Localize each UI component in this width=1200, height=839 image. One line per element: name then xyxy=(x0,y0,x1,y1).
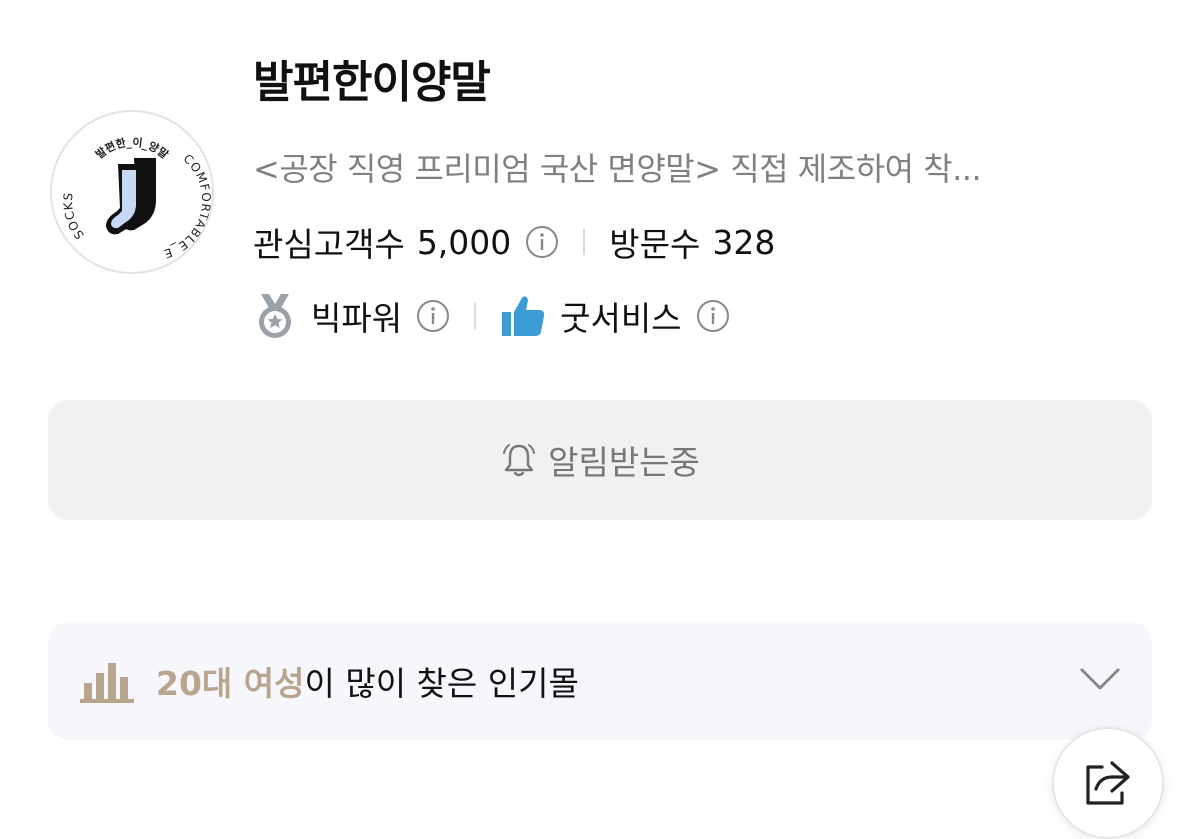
demographic-highlight: 20대 여성 xyxy=(156,664,305,703)
service-badge-label: 굿서비스 xyxy=(560,299,682,338)
bar-chart-icon xyxy=(80,663,134,703)
divider xyxy=(583,229,586,255)
logo-top-text: 발편한_이_양말 xyxy=(93,135,171,162)
bell-icon xyxy=(503,444,536,477)
visits-label: 방문수 xyxy=(609,225,701,264)
thumbs-up-icon xyxy=(502,296,545,336)
store-description[interactable]: <공장 직영 프리미엄 국산 면양말> 직접 제조하여 착... xyxy=(253,144,1153,190)
info-icon[interactable] xyxy=(525,225,559,259)
popular-demographic-banner[interactable]: 20대 여성이 많이 찾은 인기몰 xyxy=(48,622,1152,740)
chevron-down-icon[interactable] xyxy=(1078,664,1122,694)
divider xyxy=(474,303,477,329)
notification-button[interactable]: 알림받는중 xyxy=(48,400,1152,520)
info-icon[interactable] xyxy=(416,299,450,333)
store-stats: 관심고객수 5,000 방문수 328 xyxy=(253,218,775,266)
store-badges: 빅파워 굿서비스 xyxy=(253,292,730,340)
info-icon[interactable] xyxy=(696,299,730,333)
store-name: 발편한이양말 xyxy=(253,57,491,108)
followers-label: 관심고객수 xyxy=(253,225,405,264)
followers-value: 5,000 xyxy=(416,222,512,262)
grade-badge-label: 빅파워 xyxy=(311,299,403,338)
notification-button-label: 알림받는중 xyxy=(548,443,700,482)
store-logo: 발편한_이_양말 COMFORTABLE_E SOCKS xyxy=(50,110,214,274)
share-icon xyxy=(1086,761,1130,805)
svg-text:발편한_이_양말: 발편한_이_양말 xyxy=(93,135,171,162)
visits-value: 328 xyxy=(712,222,776,262)
medal-icon xyxy=(259,294,291,338)
logo-left-text: SOCKS xyxy=(61,191,86,242)
popular-banner-text: 이 많이 찾은 인기몰 xyxy=(304,664,579,703)
share-button[interactable] xyxy=(1052,727,1164,839)
svg-text:COMFORTABLE_E: COMFORTABLE_E xyxy=(162,151,212,261)
logo-right-text: COMFORTABLE_E xyxy=(162,151,212,261)
svg-text:SOCKS: SOCKS xyxy=(61,191,87,242)
socks-icon xyxy=(106,158,156,235)
